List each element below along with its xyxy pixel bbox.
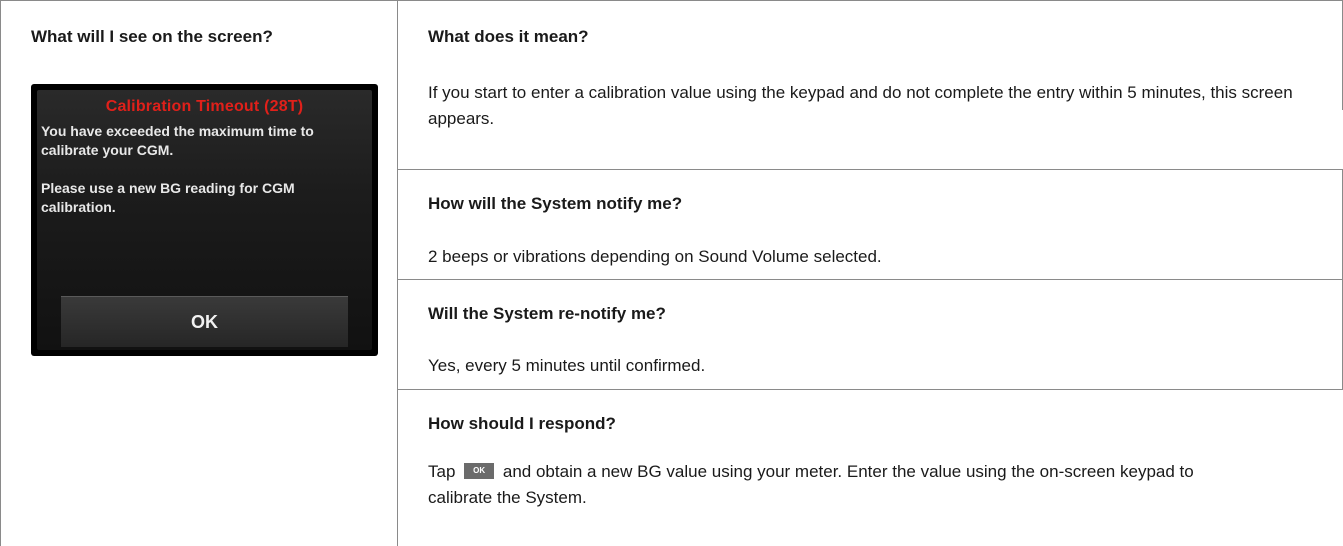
section-respond-title: How should I respond? [428, 414, 616, 433]
section-renotify-body: Yes, every 5 minutes until confirmed. [428, 356, 706, 375]
section-meaning: What does it mean? If you start to enter… [398, 0, 1343, 128]
alert-ok-button: OK [61, 296, 348, 347]
troubleshooting-table: What will I see on the screen? Calibrati… [0, 0, 1343, 546]
ok-button-icon: OK [464, 462, 495, 479]
section-respond-body: Tap OK and obtain a new BG value using y… [428, 459, 1258, 511]
section-meaning-title: What does it mean? [428, 27, 589, 46]
screen-column: What will I see on the screen? Calibrati… [0, 0, 398, 546]
section-notify-body: 2 beeps or vibrations depending on Sound… [428, 247, 882, 266]
respond-text-before: Tap [428, 462, 456, 481]
section-notify: How will the System notify me? 2 beeps o… [398, 169, 1343, 279]
section-notify-title: How will the System notify me? [428, 194, 683, 213]
alert-message: You have exceeded the maximum time to ca… [41, 122, 368, 217]
alert-message-line-2: Please use a new BG reading for CGM cali… [41, 180, 295, 215]
section-renotify: Will the System re-notify me? Yes, every… [398, 279, 1343, 389]
info-column: What does it mean? If you start to enter… [398, 0, 1343, 546]
device-screen-image: Calibration Timeout (28T) You have excee… [31, 84, 378, 356]
alert-title: Calibration Timeout (28T) [105, 98, 304, 115]
section-renotify-title: Will the System re-notify me? [428, 304, 666, 323]
device-screen-display: Calibration Timeout (28T) You have excee… [37, 90, 372, 350]
section-meaning-body: If you start to enter a calibration valu… [428, 83, 1293, 128]
alert-message-line-1: You have exceeded the maximum time to ca… [41, 123, 314, 158]
section-respond: How should I respond? Tap OK and obtain … [398, 389, 1343, 546]
respond-text-after: and obtain a new BG value using your met… [428, 462, 1194, 507]
screen-column-heading: What will I see on the screen? [31, 27, 273, 46]
